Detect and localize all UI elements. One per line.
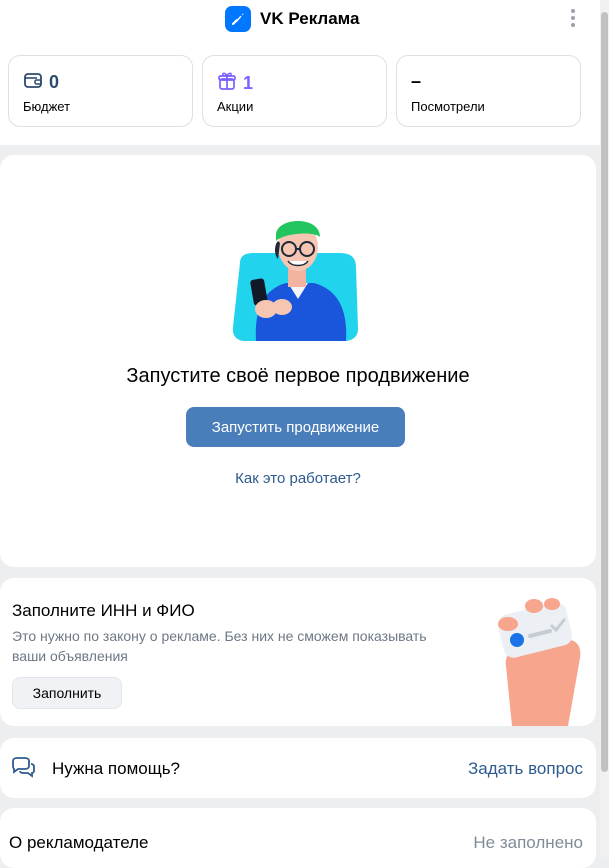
stat-card-budget[interactable]: 0 Бюджет: [8, 55, 193, 127]
stats-panel: 0 Бюджет 1 Акции – Посмотрели: [0, 40, 600, 145]
ask-question-link[interactable]: Задать вопрос: [468, 759, 583, 779]
vk-ads-rocket-icon: [225, 6, 251, 32]
advertiser-status: Не заполнено: [473, 833, 583, 852]
first-promotion-card: Запустите своё первое продвижение Запуст…: [0, 155, 596, 567]
app-header: VK Реклама: [0, 0, 600, 40]
help-label: Нужна помощь?: [52, 759, 181, 778]
scrollbar-thumb[interactable]: [601, 12, 608, 772]
stat-label-promotions: Акции: [217, 99, 254, 114]
chat-bubbles-icon: [10, 757, 36, 784]
advertiser-label: О рекламодателе: [9, 833, 149, 852]
stat-label-budget: Бюджет: [23, 99, 71, 114]
start-promotion-button[interactable]: Запустить продвижение: [186, 407, 405, 447]
stat-value-budget: 0: [49, 72, 60, 92]
gift-icon: [217, 71, 237, 96]
more-vertical-icon[interactable]: [566, 9, 580, 31]
person-with-phone-illustration: [232, 221, 358, 341]
stat-card-views[interactable]: – Посмотрели: [396, 55, 581, 127]
promo-title: Запустите своё первое продвижение: [126, 365, 470, 387]
stat-card-promotions[interactable]: 1 Акции: [202, 55, 387, 127]
inn-title: Заполните ИНН и ФИО: [12, 601, 195, 620]
stat-value-promotions: 1: [243, 73, 254, 93]
inn-description: Это нужно по закону о рекламе. Без них н…: [12, 628, 427, 664]
brand[interactable]: VK Реклама: [225, 6, 360, 32]
hand-holding-card-illustration: [497, 598, 581, 726]
app-title: VK Реклама: [260, 9, 360, 28]
fill-button[interactable]: Заполнить: [12, 677, 122, 709]
stat-value-views: –: [411, 71, 422, 91]
advertiser-row[interactable]: О рекламодателе Не заполнено: [0, 808, 596, 868]
fill-inn-card: Заполните ИНН и ФИО Это нужно по закону …: [0, 578, 596, 726]
stat-label-views: Посмотрели: [411, 99, 485, 114]
help-card: Нужна помощь? Задать вопрос: [0, 738, 596, 798]
how-it-works-link[interactable]: Как это работает?: [0, 470, 596, 487]
wallet-icon: [23, 71, 43, 94]
